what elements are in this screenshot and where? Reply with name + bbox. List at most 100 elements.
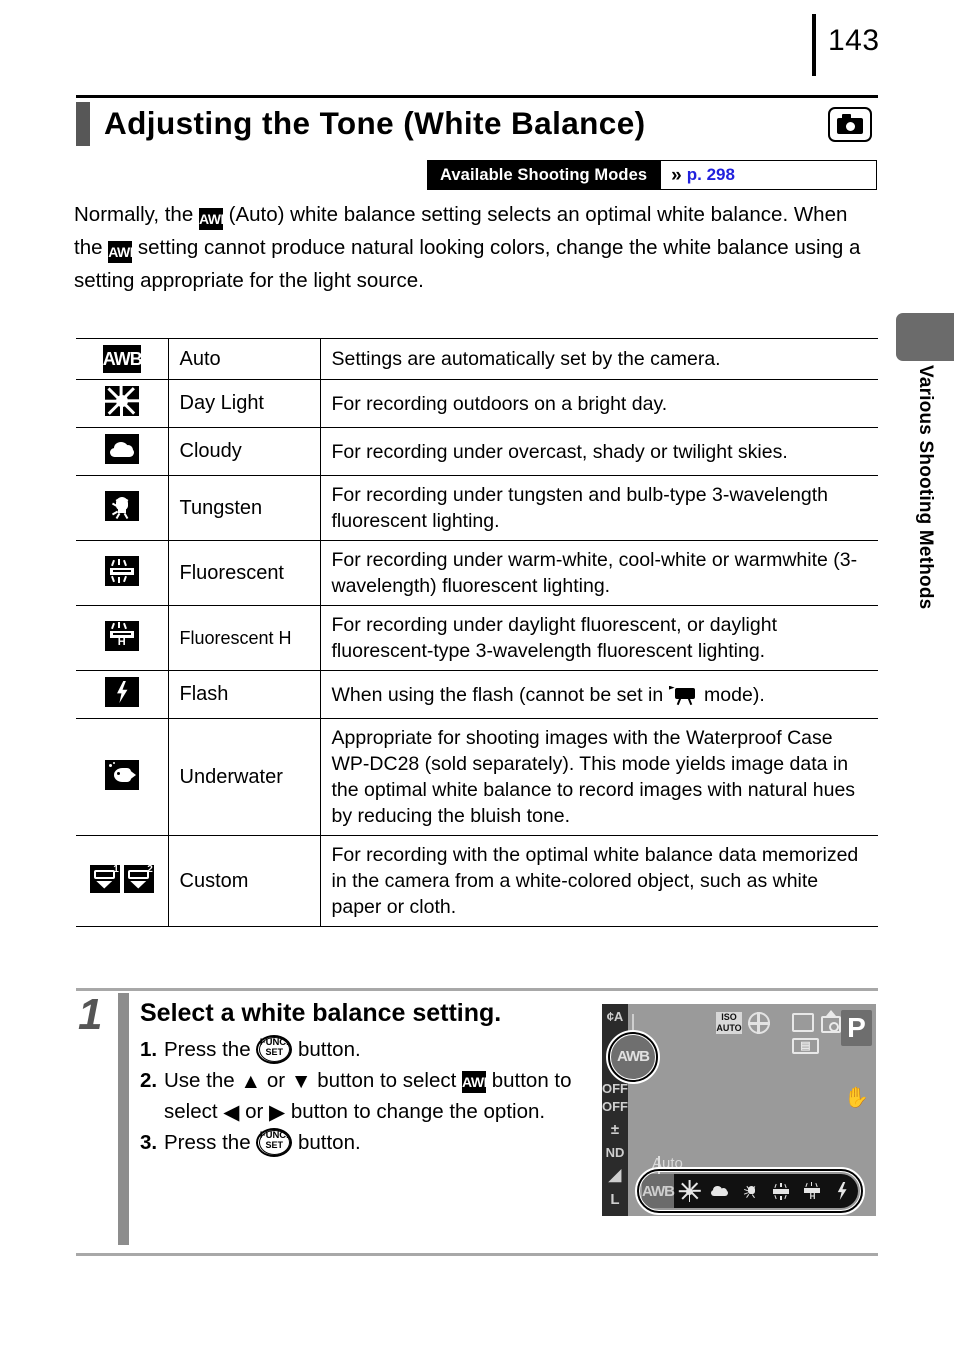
row-icon-cell xyxy=(76,379,169,428)
resolution-L-icon: L xyxy=(610,1191,620,1208)
wb-option-fluorescent-h[interactable]: H xyxy=(797,1174,828,1208)
substep-text-before: Press the xyxy=(164,1131,257,1154)
wb-option-fluorescent[interactable] xyxy=(766,1174,797,1208)
fluorescent-icon xyxy=(771,1182,791,1200)
substep-text-after: button. xyxy=(292,1131,361,1154)
step-section-top-rule xyxy=(76,988,878,991)
row-icon-cell: H xyxy=(76,605,169,671)
flash-desc-before: When using the flash (cannot be set in xyxy=(331,683,669,706)
flash-auto-icon: ¢A xyxy=(606,1009,624,1024)
row-description: Settings are automatically set by the ca… xyxy=(320,338,878,380)
step-content: Select a white balance setting. 1. Press… xyxy=(140,998,590,1158)
row-name: Flash xyxy=(168,670,321,719)
row-description: For recording under overcast, shady or t… xyxy=(320,427,878,476)
wb-option-flash[interactable] xyxy=(827,1174,858,1208)
page-reference-link[interactable]: p. 298 xyxy=(687,165,735,185)
intro-paragraph: Normally, the AWB (Auto) white balance s… xyxy=(74,198,874,297)
cloud-icon xyxy=(710,1184,730,1198)
wb-options-bar: AWB H xyxy=(642,1174,858,1208)
page-number-rule xyxy=(812,14,816,76)
substep-text: Press the FUNC. SET button. xyxy=(164,1127,590,1158)
row-icon-cell xyxy=(76,475,169,541)
intro-text-part3: setting cannot produce natural looking c… xyxy=(74,236,861,292)
cloud-icon xyxy=(104,434,139,464)
fluorescent-h-icon: H xyxy=(802,1182,822,1201)
substep-seg1: Use the xyxy=(164,1069,241,1092)
substep-text-after: button. xyxy=(292,1038,361,1061)
substep-number: 1. xyxy=(140,1038,158,1061)
drive-off-icon: OFF xyxy=(602,1081,628,1096)
table-row: Day Light For recording outdoors on a br… xyxy=(76,379,878,428)
shooting-mode-P: P xyxy=(841,1010,872,1046)
drive-mode-single-icon xyxy=(792,1013,814,1032)
fluorescent-icon xyxy=(104,555,139,586)
awb-icon: AWB xyxy=(108,241,140,263)
available-shooting-modes-badge: Available Shooting Modes » p. 298 xyxy=(427,160,877,190)
substep-seg5: or xyxy=(239,1100,270,1123)
substep-seg3: button to select xyxy=(311,1069,463,1092)
awb-icon: AWB xyxy=(102,345,143,373)
wb-option-daylight[interactable] xyxy=(674,1174,705,1208)
table-row: Flash When using the flash (cannot be se… xyxy=(76,670,878,719)
page-title: Adjusting the Tone (White Balance) xyxy=(104,105,646,141)
arrow-left-icon: ◀ xyxy=(223,1101,240,1124)
substep-number: 3. xyxy=(140,1131,158,1154)
row-icon-cell xyxy=(76,540,169,606)
available-shooting-modes-label: Available Shooting Modes xyxy=(440,165,648,184)
sun-icon xyxy=(103,383,140,419)
table-row: Cloudy For recording under overcast, sha… xyxy=(76,427,878,476)
list-item: 1. Press the FUNC. SET button. xyxy=(140,1034,590,1065)
tungsten-bulb-icon xyxy=(742,1182,760,1200)
row-description: For recording with the optimal white bal… xyxy=(320,835,878,927)
title-top-rule xyxy=(76,95,878,98)
tungsten-bulb-icon xyxy=(104,490,139,521)
row-description: When using the flash (cannot be set in m… xyxy=(320,670,878,719)
row-icon-cell xyxy=(76,427,169,476)
row-icon-cell: AWB xyxy=(76,338,169,380)
row-icon-cell: 1 2 xyxy=(76,835,169,927)
row-description: For recording under tungsten and bulb-ty… xyxy=(320,475,878,541)
table-row: Tungsten For recording under tungsten an… xyxy=(76,475,878,541)
list-item: 3. Press the FUNC. SET button. xyxy=(140,1127,590,1158)
step-number: 1 xyxy=(78,990,103,1039)
wb-option-awb[interactable]: AWB xyxy=(642,1174,675,1208)
table-row: AWB Auto Settings are automatically set … xyxy=(76,338,878,380)
title-accent-bar xyxy=(76,102,90,146)
row-name: Underwater xyxy=(168,718,321,836)
arrow-up-icon: ▲ xyxy=(240,1070,262,1093)
battery-icon: ▤ xyxy=(792,1038,819,1054)
chevron-double-right-icon: » xyxy=(671,164,681,186)
list-item: 2. Use the ▲ or ▼ button to select AWB b… xyxy=(140,1065,590,1127)
arrow-down-icon: ▼ xyxy=(290,1070,312,1093)
substep-number: 2. xyxy=(140,1069,158,1092)
awb-icon: AWB xyxy=(198,208,231,230)
my-colors-icon: ◢ xyxy=(608,1167,622,1184)
iso-value: AUTO xyxy=(716,1023,742,1033)
wb-option-cloudy[interactable] xyxy=(705,1174,736,1208)
row-name: Tungsten xyxy=(168,475,321,541)
step-accent-bar xyxy=(118,993,129,1245)
shooting-modes-page-link[interactable]: » p. 298 xyxy=(661,161,876,189)
chapter-tab-label: Various Shooting Methods xyxy=(915,365,936,610)
substep-text-before: Press the xyxy=(164,1038,257,1061)
shots-remaining-icon xyxy=(821,1010,841,1033)
row-description: For recording outdoors on a bright day. xyxy=(320,379,878,428)
flash-icon xyxy=(836,1181,850,1201)
row-description: For recording under warm-white, cool-whi… xyxy=(320,540,878,606)
step-section-bottom-rule xyxy=(76,1253,878,1256)
func-set-button-icon: FUNC. SET xyxy=(256,1128,293,1157)
camera-lcd-screenshot: ¢A OFF OFF ± ND ◢ L AWB ISO AUTO ▤ P ✋ A… xyxy=(602,1004,876,1216)
row-name: Fluorescent H xyxy=(168,605,321,671)
white-balance-globe-icon xyxy=(747,1011,770,1034)
movie-mode-icon xyxy=(668,685,699,705)
substep-text: Press the FUNC. SET button. xyxy=(164,1034,590,1065)
arrow-right-icon: ▶ xyxy=(269,1101,286,1124)
flash-icon xyxy=(104,677,139,707)
custom-wb-2-icon: 2 xyxy=(123,864,154,893)
shake-warning-hand-icon: ✋ xyxy=(844,1087,869,1109)
wb-option-tungsten[interactable] xyxy=(735,1174,766,1208)
still-camera-icon xyxy=(828,107,872,142)
flash-desc-after: mode). xyxy=(698,683,765,706)
fluorescent-h-icon: H xyxy=(104,620,139,651)
iso-indicator: ISO AUTO xyxy=(716,1012,742,1034)
